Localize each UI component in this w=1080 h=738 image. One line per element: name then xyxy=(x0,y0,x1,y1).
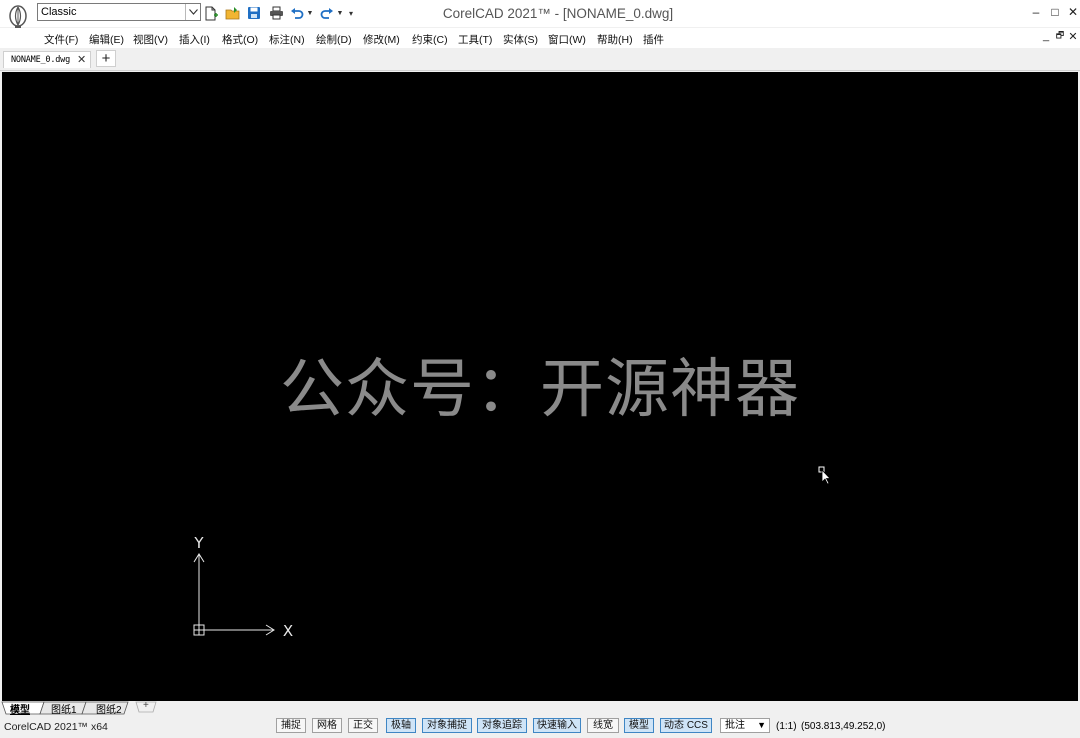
layout-tab-sheet2[interactable]: 图纸2 xyxy=(96,701,122,716)
workspace-dropdown[interactable]: Classic xyxy=(37,3,201,21)
window-title: CorelCAD 2021™ - [NONAME_0.dwg] xyxy=(442,6,674,21)
menu-solids[interactable]: 实体(S) xyxy=(503,32,538,47)
undo-icon[interactable] xyxy=(289,5,305,21)
ucs-x-label: X xyxy=(283,622,293,640)
cursor-coordinates: (503.813,49.252,0) xyxy=(801,721,886,732)
app-version: CorelCAD 2021™ x64 xyxy=(4,721,108,733)
annotation-label: 批注 xyxy=(725,720,745,731)
menu-dimension[interactable]: 标注(N) xyxy=(269,32,305,47)
tab-close-icon[interactable]: ✕ xyxy=(77,53,86,66)
layout-tab-sheet1[interactable]: 图纸1 xyxy=(51,701,77,716)
open-folder-icon[interactable] xyxy=(225,5,241,21)
dynamic-ccs-toggle[interactable]: 动态 CCS xyxy=(660,718,712,733)
watermark-text: 公众号：开源神器 xyxy=(280,353,800,427)
customize-toolbar-icon[interactable]: ▾ xyxy=(345,5,357,21)
scale-ratio: (1:1) xyxy=(776,721,797,732)
lineweight-toggle[interactable]: 线宽 xyxy=(587,718,619,733)
redo-icon[interactable] xyxy=(319,5,335,21)
menu-window[interactable]: 窗口(W) xyxy=(548,32,586,47)
menu-view[interactable]: 视图(V) xyxy=(133,32,168,47)
menu-modify[interactable]: 修改(M) xyxy=(363,32,400,47)
mouse-cursor-icon xyxy=(818,466,831,485)
doc-minimize-icon[interactable]: _ xyxy=(1040,29,1052,43)
add-layout-button[interactable]: + xyxy=(143,700,149,711)
undo-dropdown-icon[interactable]: ▼ xyxy=(305,5,315,21)
ortho-toggle[interactable]: 正交 xyxy=(348,718,378,733)
document-tab-bar: NONAME_0.dwg ✕ + xyxy=(0,49,1080,71)
save-icon[interactable] xyxy=(246,5,262,21)
menu-help[interactable]: 帮助(H) xyxy=(597,32,633,47)
quick-input-toggle[interactable]: 快速输入 xyxy=(533,718,581,733)
menu-tools[interactable]: 工具(T) xyxy=(458,32,492,47)
menu-bar: 文件(F) 编辑(E) 视图(V) 插入(I) 格式(O) 标注(N) 绘制(D… xyxy=(0,28,1080,48)
menu-format[interactable]: 格式(O) xyxy=(222,32,258,47)
polar-toggle[interactable]: 极轴 xyxy=(386,718,416,733)
annotation-scale-dropdown[interactable]: 批注 ▼ xyxy=(720,718,770,733)
snap-toggle[interactable]: 捕捉 xyxy=(276,718,306,733)
menu-file[interactable]: 文件(F) xyxy=(44,32,78,47)
ucs-icon: Y X xyxy=(193,534,293,640)
minimize-icon[interactable]: ‒ xyxy=(1027,3,1045,21)
doc-close-icon[interactable]: ✕ xyxy=(1067,29,1079,43)
drawing-canvas[interactable]: 公众号：开源神器 Y X xyxy=(2,72,1078,701)
redo-dropdown-icon[interactable]: ▼ xyxy=(335,5,345,21)
menu-plugins[interactable]: 插件 xyxy=(643,32,664,47)
ucs-y-label: Y xyxy=(193,534,204,552)
chevron-down-icon[interactable]: ▼ xyxy=(757,719,766,732)
menu-constraints[interactable]: 约束(C) xyxy=(412,32,448,47)
layout-tab-model[interactable]: 模型 xyxy=(10,701,30,716)
menu-edit[interactable]: 编辑(E) xyxy=(89,32,124,47)
chevron-down-icon[interactable] xyxy=(185,4,200,20)
new-document-icon[interactable] xyxy=(203,5,219,21)
print-icon[interactable] xyxy=(268,5,284,21)
new-tab-button[interactable]: + xyxy=(96,50,116,67)
grid-toggle[interactable]: 网格 xyxy=(312,718,342,733)
object-track-toggle[interactable]: 对象追踪 xyxy=(477,718,527,733)
maximize-icon[interactable]: □ xyxy=(1046,3,1064,21)
layout-tab-bar: 模型 图纸1 图纸2 + xyxy=(0,700,1080,716)
close-icon[interactable]: ✕ xyxy=(1064,3,1080,21)
tab-label: NONAME_0.dwg xyxy=(11,55,71,65)
object-snap-toggle[interactable]: 对象捕捉 xyxy=(422,718,472,733)
tab-noname-0[interactable]: NONAME_0.dwg ✕ xyxy=(3,51,91,68)
menu-draw[interactable]: 绘制(D) xyxy=(316,32,352,47)
workspace-value: Classic xyxy=(41,6,77,18)
doc-restore-icon[interactable]: 🗗 xyxy=(1054,29,1066,43)
menu-insert[interactable]: 插入(I) xyxy=(179,32,210,47)
status-bar: CorelCAD 2021™ x64 捕捉 网格 正交 极轴 对象捕捉 对象追踪… xyxy=(0,715,1080,738)
model-toggle[interactable]: 模型 xyxy=(624,718,654,733)
